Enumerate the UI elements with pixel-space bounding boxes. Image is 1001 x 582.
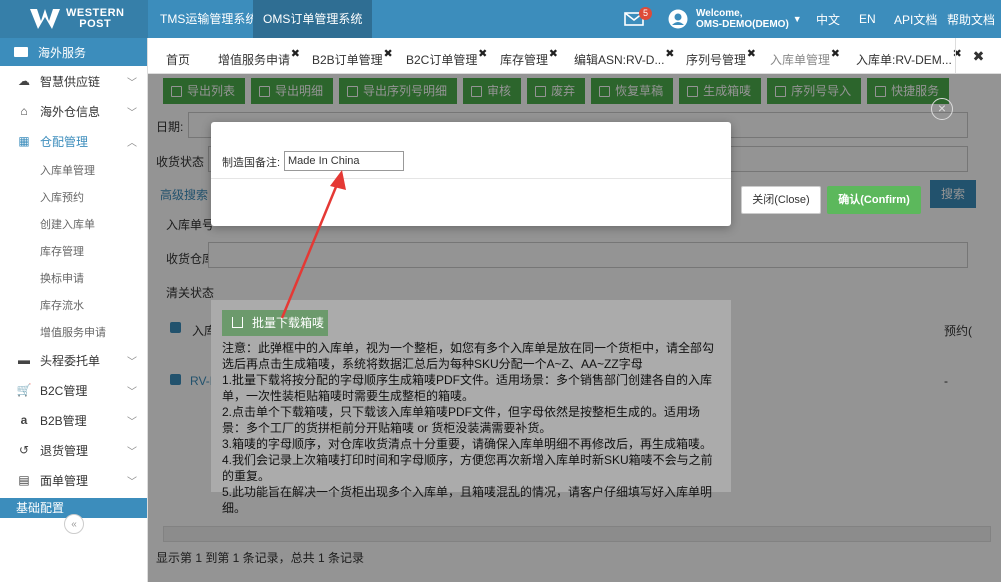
logo-mark-icon — [30, 9, 60, 29]
sidebar-item-b2b[interactable]: a B2B管理 ﹀ — [0, 405, 147, 435]
sidebar-collapse-button[interactable]: « — [64, 514, 84, 534]
tab-b2c-orders[interactable]: B2C订单管理 ✖ — [400, 46, 487, 74]
return-icon: ↺ — [18, 443, 30, 457]
close-icon[interactable]: ✖ — [291, 40, 300, 68]
sidebar-item-b2c[interactable]: 🛒 B2C管理 ﹀ — [0, 375, 147, 405]
sidebar-sub-stock-flow[interactable]: 库存流水 — [0, 291, 147, 318]
note-intro: 注意：此弹框中的入库单，视为一个整柜，如您有多个入库单是放在同一个货柜中，请全部… — [222, 341, 715, 371]
origin-remark-dialog: 制造国备注: — [211, 122, 731, 226]
notification-button[interactable]: 5 — [624, 0, 652, 38]
sidebar-item-returns[interactable]: ↺ 退货管理 ﹀ — [0, 435, 147, 465]
system-tab-tms[interactable]: TMS运输管理系统 — [150, 0, 267, 38]
sidebar-head[interactable]: 海外服务 — [0, 38, 147, 66]
origin-remark-label: 制造国备注: — [222, 157, 281, 169]
tab-edit-asn[interactable]: 编辑ASN:RV-D... ✖ — [568, 46, 674, 74]
home-icon: ⌂ — [20, 104, 28, 118]
notification-badge: 5 — [639, 7, 652, 20]
tab-b2b-orders[interactable]: B2B订单管理 ✖ — [306, 46, 393, 74]
bulk-download-labels-button[interactable]: 批量下载箱唛 — [222, 310, 328, 336]
caret-down-icon: ▼ — [792, 14, 802, 24]
user-name: OMS-DEMO(DEMO) — [696, 19, 789, 30]
sidebar-sub-vas[interactable]: 增值服务申请 — [0, 318, 147, 345]
help-docs-link[interactable]: 帮助文档 — [947, 0, 995, 38]
notes-text: 注意：此弹框中的入库单，视为一个整柜，如您有多个入库单是放在同一个货柜中，请全部… — [222, 340, 722, 516]
sidebar-item-warehouse-dist[interactable]: ▦ 仓配管理 ︿ — [0, 126, 147, 156]
tab-inbound-mgmt[interactable]: 入库单管理 ✖ — [764, 46, 840, 74]
tab-vas-apply[interactable]: 增值服务申请 ✖ — [212, 46, 300, 74]
system-tab-oms[interactable]: OMS订单管理系统 — [253, 0, 373, 38]
close-icon[interactable]: ✖ — [747, 40, 756, 68]
chevron-down-icon: ﹀ — [127, 417, 137, 428]
download-icon — [232, 317, 243, 328]
logo[interactable]: WESTERN POST — [0, 0, 148, 38]
lang-en[interactable]: EN — [859, 0, 876, 38]
sidebar-item-first-leg[interactable]: ▬ 头程委托单 ﹀ — [0, 345, 147, 375]
tab-inventory[interactable]: 库存管理 ✖ — [494, 46, 558, 74]
chevron-down-icon: ﹀ — [127, 387, 137, 398]
cart-icon: 🛒 — [16, 383, 32, 397]
chevron-down-icon: ﹀ — [127, 78, 137, 89]
sidebar-sub-inbound-mgmt[interactable]: 入库单管理 — [0, 156, 147, 183]
lang-zh[interactable]: 中文 — [816, 0, 840, 38]
chevron-down-icon: ﹀ — [127, 357, 137, 368]
tab-inbound-detail[interactable]: 入库单:RV-DEM... ✖ — [850, 46, 962, 74]
close-icon[interactable]: ✖ — [383, 40, 392, 68]
dialog-close-button[interactable]: 关闭(Close) — [741, 186, 821, 214]
close-icon[interactable]: ✖ — [665, 40, 674, 68]
grid-icon: ▦ — [18, 134, 30, 148]
sidebar-item-overseas-warehouse[interactable]: ⌂ 海外仓信息 ﹀ — [0, 96, 147, 126]
tab-serial-mgmt[interactable]: 序列号管理 ✖ — [680, 46, 756, 74]
origin-remark-input[interactable] — [284, 151, 404, 171]
sidebar-item-labels[interactable]: ▤ 面单管理 ﹀ — [0, 465, 147, 495]
api-docs-link[interactable]: API文档 — [894, 0, 937, 38]
user-menu[interactable]: Welcome, OMS-DEMO(DEMO) ▼ — [668, 0, 802, 38]
sidebar-item-supply-chain[interactable]: ☁ 智慧供应链 ﹀ — [0, 66, 147, 96]
sidebar-sub-create-inbound[interactable]: 创建入库单 — [0, 210, 147, 237]
briefcase-icon: ▬ — [18, 353, 30, 367]
logo-text: WESTERN POST — [66, 7, 125, 30]
note-2: 2.点击单个下载箱唛，只下载该入库单箱唛PDF文件，但字母依然是按整柜生成的。适… — [222, 405, 701, 435]
chevron-down-icon: ﹀ — [127, 447, 137, 458]
sidebar-sub-inventory[interactable]: 库存管理 — [0, 237, 147, 264]
top-bar: WESTERN POST TMS运输管理系统 OMS订单管理系统 5 Welco… — [0, 0, 1001, 38]
sidebar-sub-inbound-reserve[interactable]: 入库预约 — [0, 183, 147, 210]
dialog-divider — [211, 178, 731, 179]
document-icon: ▤ — [18, 473, 30, 487]
chevron-down-icon: ﹀ — [127, 108, 137, 119]
note-1: 1.批量下载将按分配的字母顺序生成箱唛PDF文件。适用场景：多个销售部门创建各自… — [222, 373, 713, 403]
page-tab-strip: 首页 增值服务申请 ✖ B2B订单管理 ✖ B2C订单管理 ✖ 库存管理 ✖ 编辑ASN… — [148, 38, 1001, 74]
cloud-icon: ☁ — [18, 74, 30, 88]
close-icon[interactable]: ✖ — [831, 40, 840, 68]
close-icon[interactable]: ✖ — [549, 40, 558, 68]
chevron-up-icon: ︿ — [127, 138, 137, 149]
note-5: 5.此功能旨在解决一个货柜出现多个入库单，且箱唛混乱的情况，请客户仔细填写好入库… — [222, 485, 713, 515]
close-all-tabs-button[interactable]: ✖ — [955, 38, 1001, 74]
dialog-confirm-button[interactable]: 确认(Confirm) — [827, 186, 921, 214]
sidebar: 海外服务 ☁ 智慧供应链 ﹀ ⌂ 海外仓信息 ﹀ ▦ 仓配管理 ︿ 入库单管理 … — [0, 38, 148, 582]
chevron-down-icon: ﹀ — [127, 477, 137, 488]
welcome-text: Welcome, — [696, 8, 743, 19]
sidebar-sub-relabel[interactable]: 换标申请 — [0, 264, 147, 291]
note-3: 3.箱唛的字母顺序，对仓库收货清点十分重要，请确保入库单明细不再修改后，再生成箱… — [222, 437, 713, 451]
user-avatar-icon — [668, 9, 688, 29]
folder-icon — [14, 47, 28, 57]
close-icon[interactable]: ✖ — [478, 40, 487, 68]
note-4: 4.我们会记录上次箱唛打印时间和字母顺序，方便您再次新增入库单时新SKU箱唛不会… — [222, 453, 713, 483]
amazon-icon: a — [20, 413, 28, 427]
dialog-close-icon[interactable]: × — [931, 98, 953, 120]
tab-home[interactable]: 首页 — [160, 46, 196, 74]
